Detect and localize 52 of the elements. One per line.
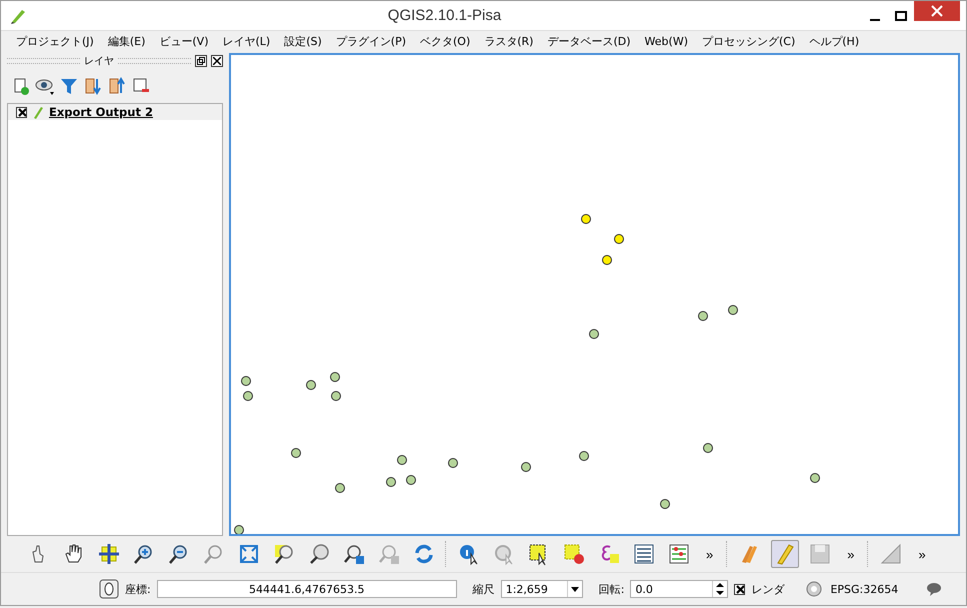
check-x-icon — [735, 584, 744, 594]
menu-item[interactable]: ラスタ(R) — [477, 34, 540, 48]
layer-checkbox[interactable] — [16, 106, 27, 118]
scale-combo[interactable]: 1:2,659 — [500, 580, 583, 598]
menu-item[interactable]: レイヤ(L) — [215, 34, 278, 48]
coordinate-label: 座標: — [125, 582, 151, 596]
zoom-full-icon — [237, 542, 261, 566]
close-panel-button[interactable] — [211, 55, 223, 67]
menu-item[interactable]: データベース(D) — [540, 34, 638, 48]
dropdown-arrow-icon — [570, 586, 579, 592]
menu-item[interactable]: プラグイン(P) — [328, 34, 413, 48]
panel-title: レイヤ — [84, 55, 114, 68]
pencil-layer-icon — [32, 105, 44, 119]
float-icon — [197, 57, 205, 65]
close-icon — [213, 57, 221, 65]
overflow-button[interactable]: » — [912, 546, 932, 562]
maximize-icon — [895, 10, 907, 20]
menu-item[interactable]: プロセッシング(C) — [695, 34, 802, 48]
triangle-ruler-icon — [879, 542, 904, 566]
menu-item[interactable]: Web(W) — [638, 34, 695, 48]
render-label: レンダ — [751, 582, 784, 596]
save-icon — [808, 542, 832, 566]
coordinate-field[interactable]: 544441.6,4767653.5 — [156, 580, 457, 598]
expand-all-icon[interactable] — [83, 76, 103, 96]
menu-item[interactable]: ビュー(V) — [152, 34, 216, 48]
check-x-icon — [17, 106, 26, 118]
filter-icon[interactable] — [59, 76, 79, 96]
deselect-icon — [562, 542, 586, 566]
menu-item[interactable]: 設定(S) — [277, 34, 329, 48]
menu-item[interactable]: ベクタ(O) — [413, 34, 478, 48]
window-title: QGIS2.10.1-Pisa — [386, 7, 502, 24]
menu-item[interactable]: 編集(E) — [100, 34, 152, 48]
field-calculator-icon — [667, 542, 691, 566]
attribute-table-icon — [632, 542, 656, 566]
scale-label: 縮尺 — [472, 582, 495, 596]
mouse-icon[interactable] — [99, 579, 119, 599]
toggle-editing-button[interactable] — [771, 540, 800, 568]
menu-item[interactable]: プロジェクト(J) — [9, 34, 101, 48]
close-icon — [931, 5, 943, 17]
overflow-button[interactable]: » — [700, 546, 720, 562]
crs-label[interactable]: EPSG:32654 — [830, 582, 898, 596]
close-button[interactable] — [914, 1, 960, 21]
overflow-button[interactable]: » — [841, 546, 860, 562]
rotation-spinbox[interactable]: 0.0 — [630, 580, 728, 598]
menu-item[interactable]: ヘルプ(H) — [802, 34, 866, 48]
float-panel-button[interactable] — [195, 55, 207, 67]
collapse-all-icon[interactable] — [107, 76, 127, 96]
move-arrows-icon — [97, 542, 121, 566]
rotation-label: 回転: — [598, 582, 624, 596]
render-checkbox[interactable] — [734, 584, 746, 594]
spin-arrows-icon — [716, 582, 724, 596]
minimize-icon — [870, 18, 880, 20]
